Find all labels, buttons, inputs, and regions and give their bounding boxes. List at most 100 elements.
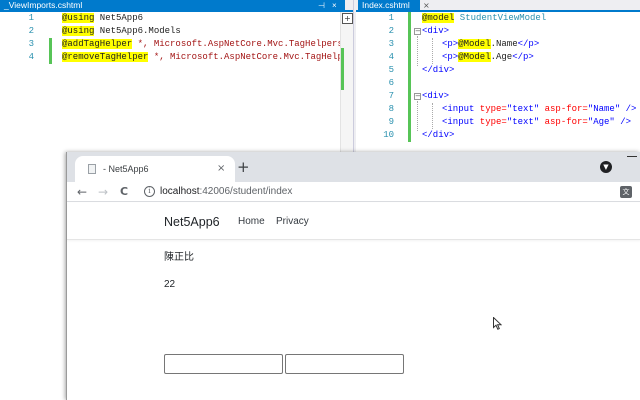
code-line[interactable]: <div> [422,25,449,38]
student-age-text: 22 [164,279,176,290]
translate-icon[interactable]: 文 [620,186,632,198]
name-input[interactable] [164,354,283,374]
pin-icon[interactable]: ⊣ [318,0,325,11]
code-text: Net5App6.Models [94,26,181,36]
code-attribute: asp-for= [539,117,588,127]
forward-button[interactable]: → [96,184,110,200]
url-path: :42006/student/index [199,186,293,197]
tab-title: - Net5App6 [103,164,149,174]
split-editor-button[interactable]: + [342,13,353,24]
code-line[interactable]: <div> [422,90,449,103]
code-line[interactable]: <input type="text" asp-for="Age" /> [442,116,631,129]
code-line[interactable]: @addTagHelper *, Microsoft.AspNetCore.Mv… [62,38,343,51]
url-host: localhost [160,186,200,197]
editor-tab-strip: Index.cshtml × [356,0,640,12]
code-text: .Age [490,52,513,62]
browser-window: - Net5App6 × + ▼ ← → C i localhost:42006… [66,152,640,400]
indent-guide [417,101,418,131]
editor-tab-strip: _ViewImports.cshtml ⊣ × [0,0,355,12]
code-text: *, Microsoft.AspNetCore.Mvc.TagHelpers [132,39,343,49]
code-line[interactable]: <input type="text" asp-for="Name" /> [442,103,636,116]
code-string: "Name" [587,104,621,114]
line-number: 4 [28,52,34,62]
code-attribute: type= [474,104,507,114]
code-line[interactable]: </div> [422,64,454,77]
code-line[interactable]: </div> [422,129,454,142]
close-icon[interactable]: × [423,0,430,11]
razor-expression: @Model [458,52,491,62]
address-bar[interactable]: localhost:42006/student/index [160,185,292,199]
nav-home-link[interactable]: Home [238,215,265,229]
tab-viewimports[interactable]: _ViewImports.cshtml ⊣ × [0,0,345,11]
razor-directive: @model [422,13,455,23]
browser-titlebar: - Net5App6 × + ▼ [67,152,640,182]
line-number: 3 [388,39,394,49]
indent-guide [432,103,433,129]
line-number: 4 [388,52,394,62]
student-name-text: 陳正比 [164,252,194,263]
razor-directive: @removeTagHelper [62,52,149,62]
minimize-button[interactable] [627,156,637,157]
code-tag: /> [620,104,637,114]
collapse-icon[interactable]: − [414,28,421,35]
nav-privacy-link[interactable]: Privacy [276,215,309,229]
new-tab-button[interactable]: + [237,159,250,175]
web-page: Net5App6 Home Privacy 陳正比 22 [67,203,640,400]
code-tag: </div> [422,65,455,75]
code-type: StudentViewModel [454,13,547,23]
browser-tab[interactable]: - Net5App6 × [75,156,235,182]
brand-link[interactable]: Net5App6 [164,214,220,230]
tab-search-icon[interactable]: ▼ [600,161,612,173]
back-button[interactable]: ← [75,184,89,200]
code-tag: </p> [512,52,534,62]
collapse-icon[interactable]: − [414,93,421,100]
tab-index[interactable]: Index.cshtml [358,0,420,11]
line-number: 9 [388,117,394,127]
code-tag: <div> [422,26,450,36]
code-line[interactable]: @model StudentViewModel [422,12,546,25]
close-tab-icon[interactable]: × [217,162,225,176]
change-map-marker [341,48,344,90]
code-tag: </div> [422,130,455,140]
mouse-cursor-icon [493,317,502,330]
line-number: 1 [28,13,34,23]
line-number: 3 [28,39,34,49]
code-tag: <p> [442,52,459,62]
change-indicator [408,12,411,142]
code-line[interactable]: @using Net5App6 [62,12,143,25]
code-line[interactable]: @using Net5App6.Models [62,25,181,38]
code-line[interactable]: <p>@Model.Name</p> [442,38,539,51]
line-number: 6 [388,78,394,88]
code-text: .Name [490,39,518,49]
page-icon [88,164,96,174]
code-tag: <div> [422,91,450,101]
site-info-icon[interactable]: i [144,186,155,197]
close-icon[interactable]: × [332,0,337,11]
code-line[interactable]: <p>@Model.Age</p> [442,51,534,64]
razor-expression: @Model [458,39,491,49]
razor-directive: @using [62,26,95,36]
browser-toolbar: ← → C i localhost:42006/student/index 文 [67,182,640,202]
line-number: 2 [28,26,34,36]
code-string: "Age" [587,117,615,127]
code-line[interactable]: @removeTagHelper *, Microsoft.AspNetCore… [62,51,359,64]
code-attribute: asp-for= [539,104,588,114]
tab-label: Index.cshtml [362,0,410,10]
line-number: 1 [388,13,394,23]
razor-directive: @using [62,13,95,23]
line-number: 8 [388,104,394,114]
line-number: 2 [388,26,394,36]
code-string: "text" [506,117,540,127]
indent-guide [417,36,418,66]
site-navbar: Net5App6 Home Privacy [67,203,640,240]
change-indicator [49,51,52,64]
line-number: 10 [383,130,394,140]
indent-guide [432,38,433,64]
razor-directive: @addTagHelper [62,39,133,49]
reload-button[interactable]: C [117,184,131,200]
code-tag: <input [442,117,475,127]
code-string: "text" [506,104,540,114]
age-input[interactable] [285,354,404,374]
code-tag: </p> [517,39,540,49]
code-tag: /> [614,117,632,127]
